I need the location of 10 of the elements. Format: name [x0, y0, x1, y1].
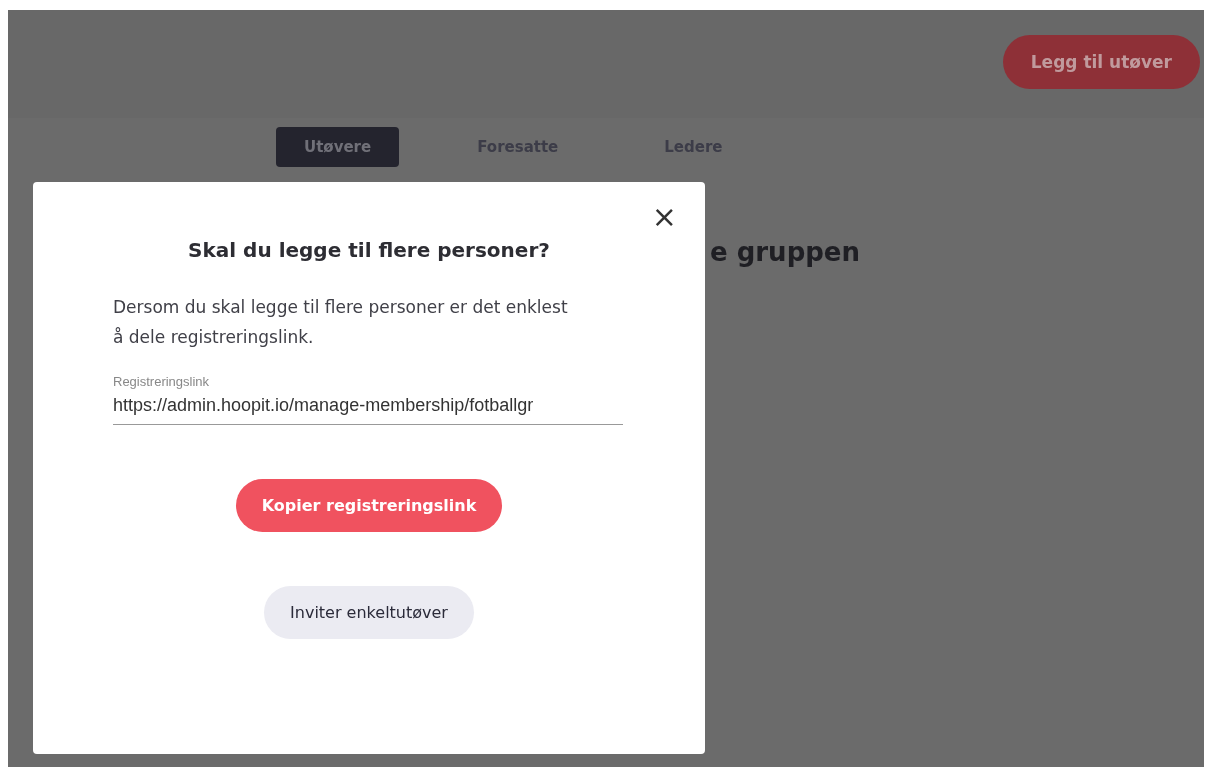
invite-button[interactable]: Inviter enkeltutøver	[264, 586, 474, 639]
modal-title: Skal du legge til flere personer?	[187, 238, 551, 262]
modal-description: Dersom du skal legge til flere personer er det enklest å dele registreringslink.	[113, 296, 569, 349]
field-label: Registreringslink	[113, 374, 211, 389]
registration-link-field[interactable]: Registreringslink https://admin.hoopit.io/manage-membership/fotballgr	[113, 374, 623, 425]
close-button[interactable]: ×	[647, 202, 681, 232]
page-heading: e gruppen	[710, 237, 861, 267]
tab[interactable]: Utøvere	[276, 127, 400, 167]
copy-link-button[interactable]: Kopier registreringslink	[235, 479, 503, 532]
add-athlete-button[interactable]: Legg til utøver	[1002, 34, 1200, 89]
